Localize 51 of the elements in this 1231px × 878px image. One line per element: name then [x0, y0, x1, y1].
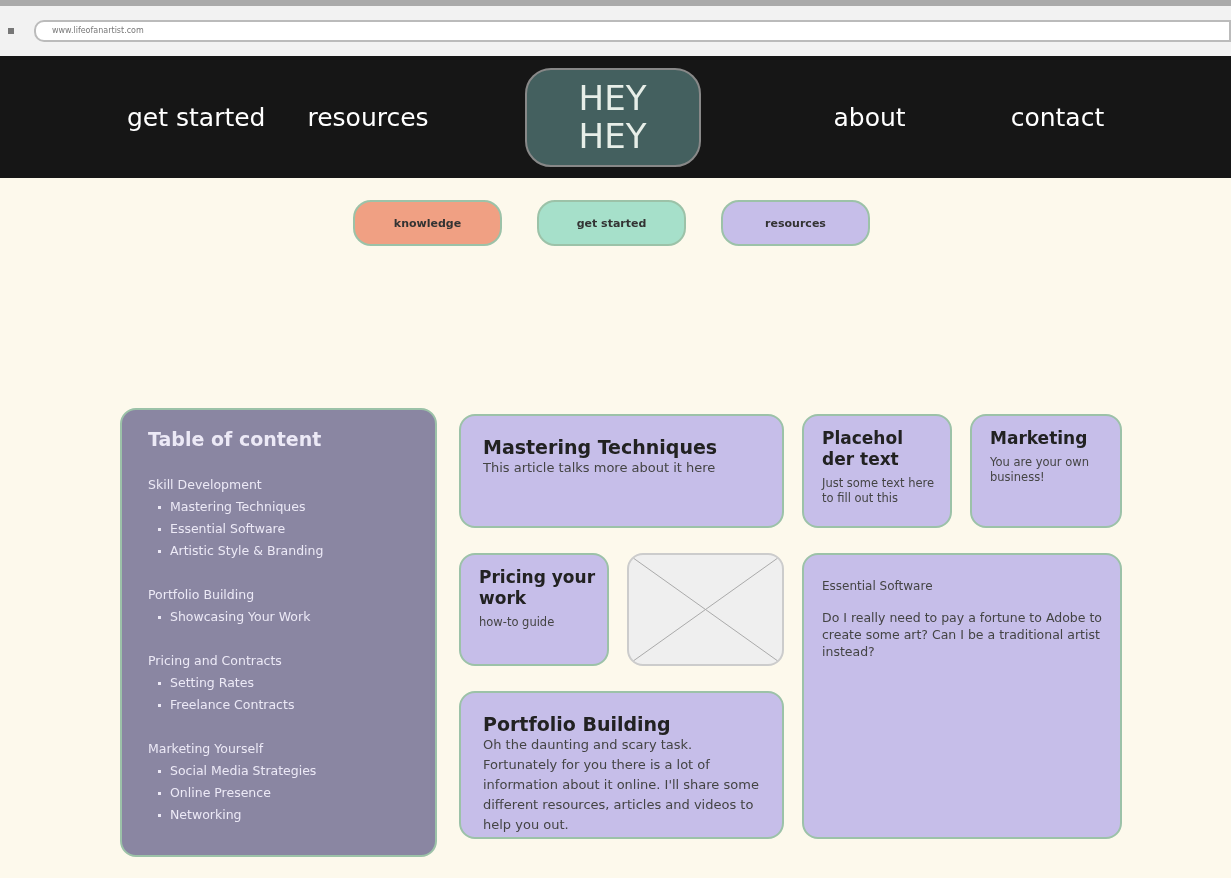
bullet-icon — [158, 527, 161, 531]
bullet-icon — [158, 681, 161, 685]
card-title: Essential Software — [822, 578, 934, 595]
toc-title: Table of content — [148, 428, 323, 450]
bullet-icon — [158, 615, 161, 619]
toc-link[interactable]: Mastering Techniques — [170, 496, 306, 518]
bullet-icon — [158, 813, 161, 817]
article-card[interactable]: Pricing your work how-to guide — [459, 553, 609, 666]
article-card[interactable]: Essential Software Do I really need to pay a fortune to Adobe to create some art? Can I be a traditional artist instead? — [802, 553, 1122, 839]
card-title: Mastering Techniques — [483, 436, 719, 458]
bullet-icon — [158, 703, 161, 707]
card-text: This article talks more about it here — [483, 459, 717, 477]
bullet-icon — [158, 505, 161, 509]
category-button[interactable]: get started — [537, 200, 686, 246]
article-card[interactable]: Marketing You are your own business! — [970, 414, 1122, 528]
toc-link[interactable]: Social Media Strategies — [170, 760, 317, 782]
card-text: You are your own business! — [990, 455, 1090, 485]
article-card[interactable]: Portfolio Building Oh the daunting and scary task. Fortunately for you there is a lot of information about it online. I'll share some different resources, articles and videos to help you out. — [459, 691, 784, 839]
card-text: Do I really need to pay a fortune to Adobe to create some art? Can I be a traditional artist instead? — [822, 609, 1103, 660]
article-card[interactable]: Mastering Techniques This article talks more about it here — [459, 414, 784, 528]
toc-link[interactable]: Essential Software — [170, 518, 286, 540]
card-text: how-to guide — [479, 615, 556, 630]
card-text: Just some text here to fill out this — [822, 476, 936, 506]
nav-link[interactable]: get started — [127, 102, 266, 132]
bullet-icon — [158, 549, 161, 553]
tab-icon — [8, 28, 14, 34]
nav-link[interactable]: about — [833, 102, 906, 132]
card-title: Portfolio Building — [483, 713, 672, 735]
logo[interactable]: HEY HEY — [524, 67, 701, 167]
card-title: Placehol der text — [822, 428, 904, 470]
toc-heading[interactable]: Pricing and Contracts — [148, 650, 435, 672]
nav-link[interactable]: resources — [307, 102, 429, 132]
toc-link[interactable]: Setting Rates — [170, 672, 254, 694]
toc-link[interactable]: Artistic Style & Branding — [170, 540, 324, 562]
category-button[interactable]: knowledge — [353, 200, 502, 246]
card-title: Marketing — [990, 428, 1089, 449]
toc-link[interactable]: Freelance Contracts — [170, 694, 295, 716]
toc-link[interactable]: Networking — [170, 804, 242, 826]
card-text: Oh the daunting and scary task. Fortunately for you there is a lot of information about it online. I'll share some different resources, articles and videos to help you out. — [483, 736, 760, 834]
bullet-icon — [158, 791, 161, 795]
address-bar[interactable]: www.lifeofanartist.com — [34, 20, 1231, 42]
toc-link[interactable]: Online Presence — [170, 782, 271, 804]
toc-heading[interactable]: Skill Development — [148, 474, 435, 496]
toc-heading[interactable]: Portfolio Building — [148, 584, 435, 606]
toc-link[interactable]: Showcasing Your Work — [170, 606, 311, 628]
article-card[interactable]: Placehol der text Just some text here to fill out this — [802, 414, 952, 528]
category-button[interactable]: resources — [721, 200, 870, 246]
nav-link[interactable]: contact — [1010, 102, 1105, 132]
bullet-icon — [158, 769, 161, 773]
toc-heading[interactable]: Marketing Yourself — [148, 738, 435, 760]
card-title: Pricing your work — [479, 567, 595, 609]
